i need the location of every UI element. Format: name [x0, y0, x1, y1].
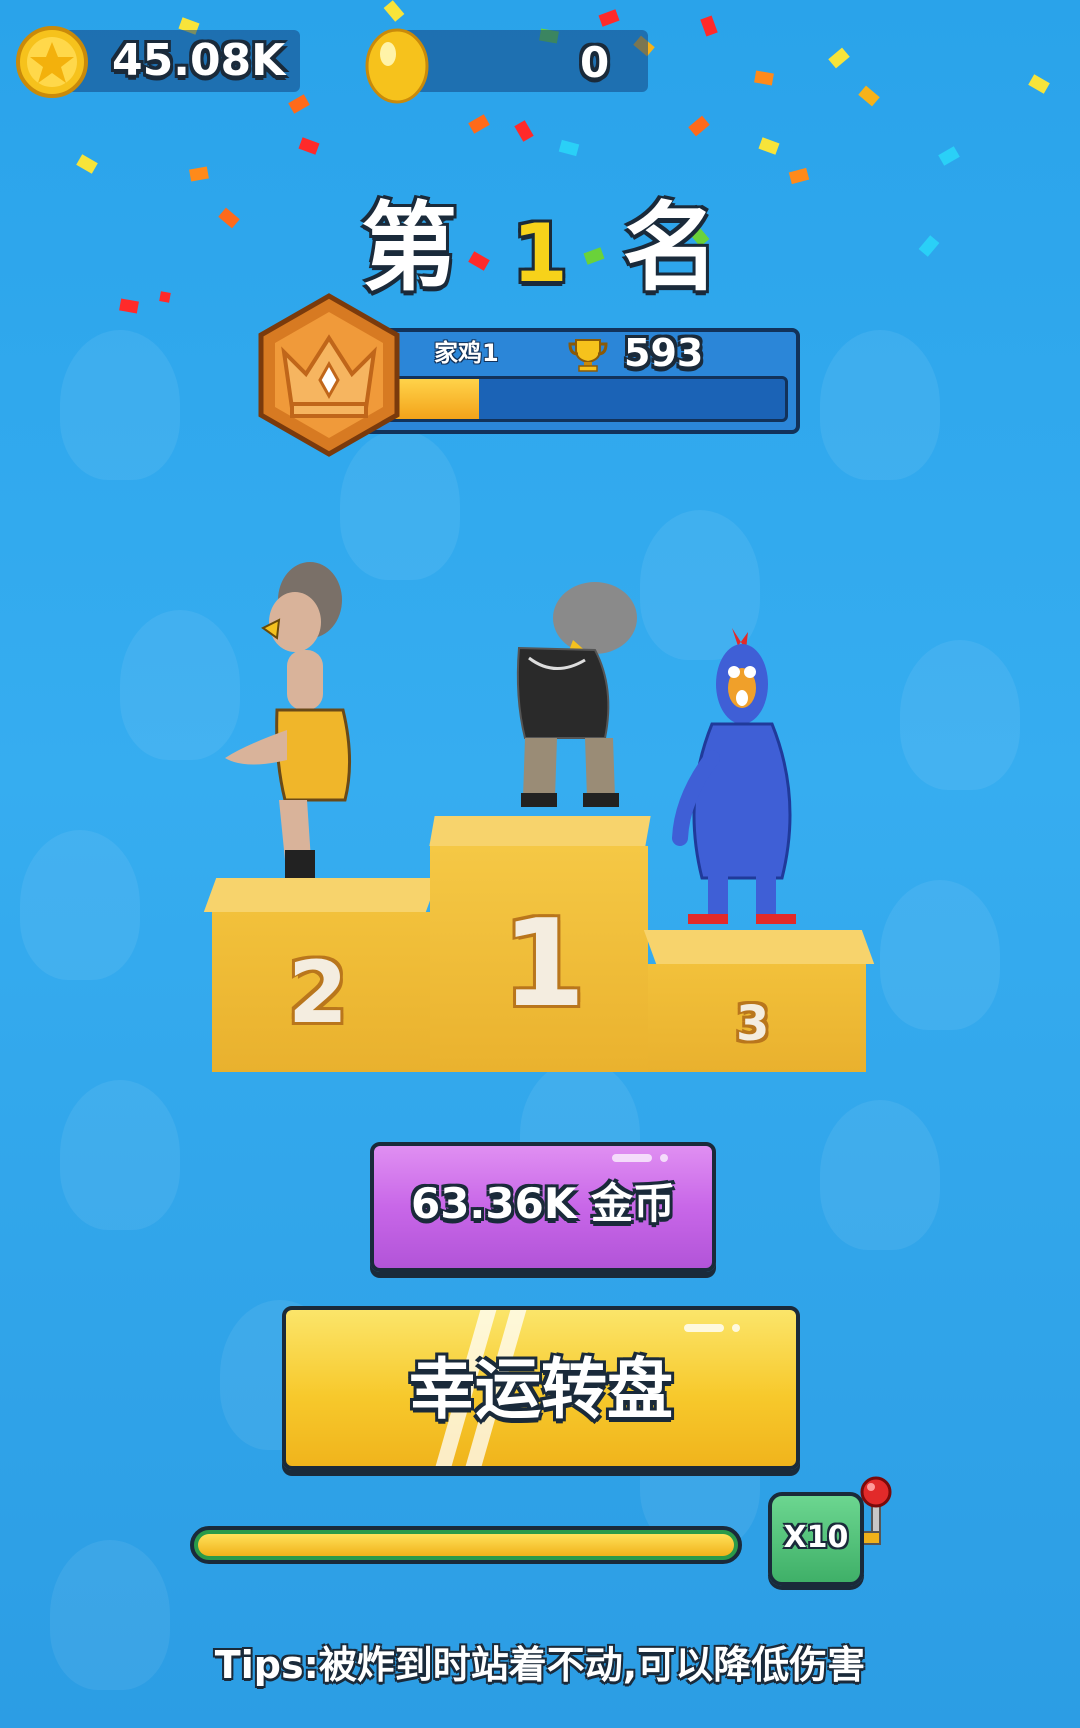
star-coin-icon [16, 26, 88, 98]
coin-reward-label: 63.36K 金币 [410, 1179, 676, 1228]
rank-title: 第 1 名 [0, 170, 1080, 309]
first-place-character [495, 578, 655, 828]
third-place-character [672, 628, 812, 948]
multiplier-button[interactable]: X10 [768, 1492, 864, 1586]
podium-first-number: 1 [502, 895, 586, 1034]
lucky-wheel-button[interactable]: 幸运转盘 [282, 1306, 800, 1470]
coin-reward-button[interactable]: 63.36K 金币 [370, 1142, 716, 1272]
podium-second-number: 2 [288, 943, 348, 1043]
coin-value: 45.08K [112, 35, 286, 86]
second-place-character [215, 560, 375, 910]
egg-value: 0 [580, 38, 610, 87]
trophy-count: 593 [624, 331, 704, 375]
podium-third-number: 3 [736, 996, 770, 1052]
egg-counter [392, 30, 648, 92]
gold-egg-icon [364, 24, 430, 104]
rank-prefix: 第 [361, 192, 458, 304]
crown-badge-icon [254, 292, 404, 458]
player-name: 家鸡1 [434, 339, 499, 367]
trophy-icon [566, 336, 610, 372]
multiplier-progress-track [190, 1526, 742, 1564]
rank-number: 1 [512, 207, 568, 300]
lucky-wheel-label: 幸运转盘 [409, 1351, 673, 1428]
multiplier-progress-fill [198, 1534, 734, 1556]
tips-text: Tips:被炸到时站着不动,可以降低伤害 [214, 1643, 866, 1687]
player-progress-track [380, 376, 788, 422]
rank-suffix: 名 [622, 192, 719, 304]
multiplier-label: X10 [783, 1520, 849, 1555]
